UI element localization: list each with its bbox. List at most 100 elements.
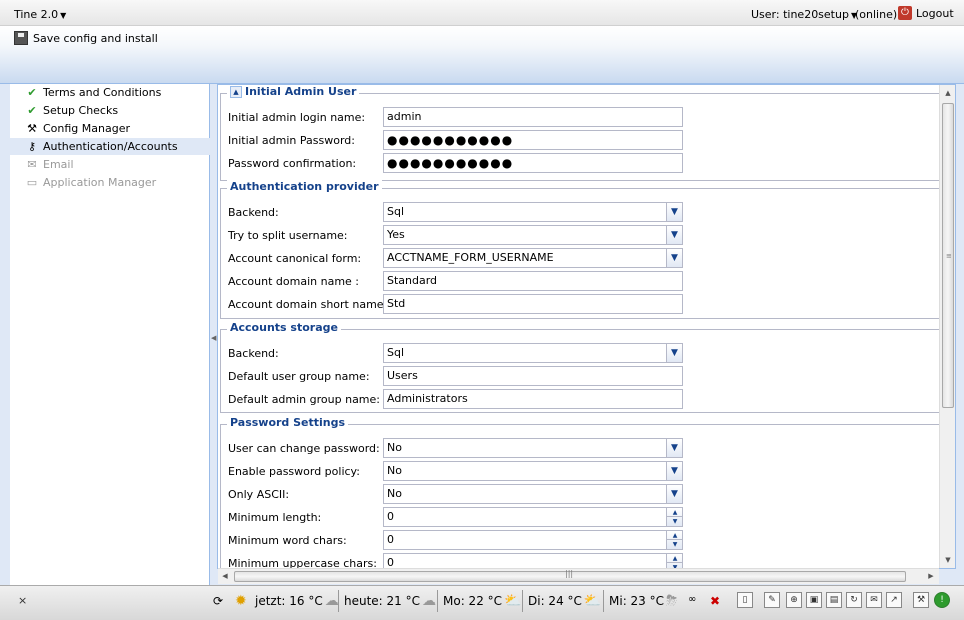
scroll-left-icon[interactable]: ◀	[218, 569, 232, 584]
select-value: No	[387, 487, 402, 500]
chart-icon[interactable]: ↗	[886, 592, 902, 608]
default-admin-group-input[interactable]: Administrators	[383, 389, 683, 409]
tree-item-application-manager: ▭ Application Manager	[10, 174, 210, 191]
note-icon[interactable]: ✉	[866, 592, 882, 608]
select-value: Sql	[387, 346, 405, 359]
network-tray-icon[interactable]: ⊕	[786, 592, 802, 608]
spin-up-icon[interactable]: ▲	[667, 531, 682, 540]
save-config-button[interactable]: Save config and install	[14, 31, 158, 45]
scroll-icon[interactable]: ▤	[826, 592, 842, 608]
logout-button[interactable]: ⏻ Logout	[898, 6, 954, 20]
field-label: Only ASCII:	[228, 487, 290, 501]
chevron-down-icon[interactable]: ▼	[666, 249, 682, 267]
document-icon[interactable]: ▯	[737, 592, 753, 608]
weather-mo[interactable]: Mo: 22 °C ⛅	[443, 594, 524, 608]
chevron-down-icon[interactable]: ▼	[666, 344, 682, 362]
tree-item-terms[interactable]: ✔ Terms and Conditions	[10, 84, 210, 101]
online-status: (online)	[855, 8, 898, 21]
select-value: Sql	[387, 205, 405, 218]
field-row: Minimum uppercase chars: 0 ▲ ▼	[221, 553, 921, 568]
field-row: Backend: Sql ▼	[221, 202, 921, 222]
field-row: Minimum length: 0 ▲ ▼	[221, 507, 921, 527]
weather-today[interactable]: heute: 21 °C ☁	[344, 594, 442, 608]
check-icon: ✔	[27, 103, 37, 117]
rain-cloud-icon: ⛈	[666, 593, 678, 609]
email-icon: ✉	[27, 157, 37, 171]
network-icon[interactable]: ∞	[688, 594, 696, 605]
tree-item-setup-checks[interactable]: ✔ Setup Checks	[10, 102, 210, 119]
min-word-chars-spinner[interactable]: 0 ▲ ▼	[383, 530, 683, 550]
tree-item-config-manager[interactable]: ⚒ Config Manager	[10, 120, 210, 137]
field-label: User can change password:	[228, 441, 380, 455]
reload-icon[interactable]: ↻	[846, 592, 862, 608]
key-icon: ⚷	[27, 139, 37, 153]
canonical-form-select[interactable]: ACCTNAME_FORM_USERNAME ▼	[383, 248, 683, 268]
spin-up-icon[interactable]: ▲	[667, 554, 682, 563]
help-icon[interactable]: !	[934, 592, 950, 608]
fieldset-password-settings: Password Settings User can change passwo…	[220, 416, 940, 568]
admin-login-input[interactable]: admin	[383, 107, 683, 127]
panel-splitter[interactable]: ◀	[210, 84, 217, 585]
refresh-icon[interactable]: ⟳	[213, 594, 223, 608]
chevron-down-icon[interactable]: ▼	[666, 226, 682, 244]
scroll-up-icon[interactable]: ▲	[940, 85, 956, 101]
collapse-arrow-icon[interactable]: ◀	[211, 334, 216, 342]
chevron-down-icon[interactable]: ▼	[666, 485, 682, 503]
app-menu-label: Tine 2.0	[14, 8, 59, 21]
auth-backend-select[interactable]: Sql ▼	[383, 202, 683, 222]
taskbar: × ⟳ ✹ jetzt: 16 °C ☁ heute: 21 °C ☁ Mo: 22 …	[0, 585, 964, 620]
chevron-down-icon[interactable]: ▼	[666, 203, 682, 221]
setup-navigation-tree: ✔ Terms and Conditions ✔ Setup Checks ⚒ Con…	[10, 84, 210, 585]
scroll-right-icon[interactable]: ▶	[924, 569, 938, 584]
cloud-icon: ☁	[324, 593, 339, 609]
weather-mi[interactable]: Mi: 23 °C ⛈	[609, 594, 686, 608]
user-change-password-select[interactable]: No ▼	[383, 438, 683, 458]
min-uppercase-spinner[interactable]: 0 ▲ ▼	[383, 553, 683, 568]
password-policy-select[interactable]: No ▼	[383, 461, 683, 481]
scrollbar-thumb[interactable]: ≡	[942, 103, 954, 408]
horizontal-scrollbar[interactable]: ◀ ||| ▶	[218, 568, 939, 584]
weather-di[interactable]: Di: 24 °C ⛅	[528, 594, 604, 608]
password-confirmation-input[interactable]: ●●●●●●●●●●●	[383, 153, 683, 173]
check-icon: ✔	[27, 85, 37, 99]
domain-short-name-input[interactable]: Std	[383, 294, 683, 314]
field-row: Enable password policy: No ▼	[221, 461, 921, 481]
default-user-group-input[interactable]: Users	[383, 366, 683, 386]
collapse-icon[interactable]: ▲	[230, 85, 242, 98]
admin-password-input[interactable]: ●●●●●●●●●●●	[383, 130, 683, 150]
field-row: User can change password: No ▼	[221, 438, 921, 458]
chevron-down-icon[interactable]: ▼	[666, 439, 682, 457]
min-length-spinner[interactable]: 0 ▲ ▼	[383, 507, 683, 527]
tree-item-label: Terms and Conditions	[43, 86, 162, 99]
grip-icon: |||	[565, 569, 574, 578]
disk-icon[interactable]: ▣	[806, 592, 822, 608]
weather-di-label: Di: 24 °C	[528, 594, 582, 608]
spin-up-icon[interactable]: ▲	[667, 508, 682, 517]
pen-icon[interactable]: ✎	[764, 592, 780, 608]
scroll-down-icon[interactable]: ▼	[940, 552, 956, 568]
field-label: Initial admin login name:	[228, 110, 366, 124]
field-row: Try to split username: Yes ▼	[221, 225, 921, 245]
account-domain-input[interactable]: Standard	[383, 271, 683, 291]
tree-item-authentication[interactable]: ⚷ Authentication/Accounts	[10, 138, 210, 155]
fieldset-legend: ▲ Initial Admin User	[227, 85, 360, 98]
spin-down-icon[interactable]: ▼	[667, 540, 682, 549]
split-username-select[interactable]: Yes ▼	[383, 225, 683, 245]
chevron-down-icon[interactable]: ▼	[666, 462, 682, 480]
field-row: Backend: Sql ▼	[221, 343, 921, 363]
vertical-scrollbar[interactable]: ▲ ≡ ▼	[939, 85, 955, 568]
only-ascii-select[interactable]: No ▼	[383, 484, 683, 504]
spin-down-icon[interactable]: ▼	[667, 517, 682, 526]
user-menu[interactable]: User: tine20setup ▼	[751, 8, 857, 21]
weather-now[interactable]: ✹ jetzt: 16 °C ☁	[233, 594, 345, 608]
tools-icon[interactable]: ⚒	[913, 592, 929, 608]
scrollbar-thumb[interactable]: |||	[234, 569, 906, 582]
tree-item-label: Email	[43, 158, 74, 171]
storage-backend-select[interactable]: Sql ▼	[383, 343, 683, 363]
app-menu[interactable]: Tine 2.0 ▼	[14, 8, 66, 21]
blocked-icon[interactable]: ✖	[710, 594, 720, 608]
field-row: Only ASCII: No ▼	[221, 484, 921, 504]
weather-alert-icon: ✹	[235, 593, 247, 609]
close-icon[interactable]: ×	[18, 594, 27, 607]
fieldset-legend: Password Settings	[227, 416, 349, 429]
